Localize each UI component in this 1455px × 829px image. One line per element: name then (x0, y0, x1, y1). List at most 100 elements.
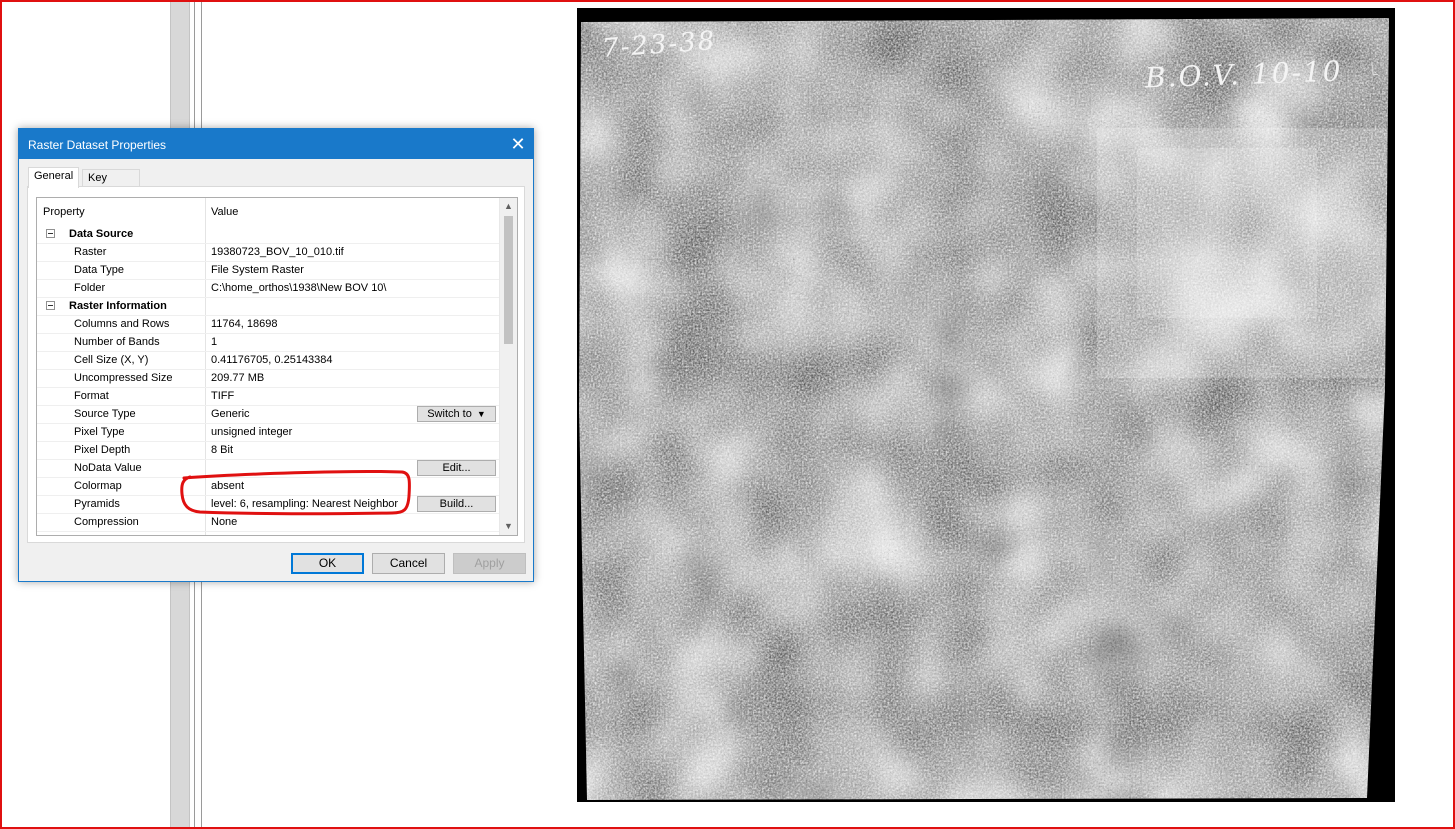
property-value: File System Raster (211, 264, 304, 276)
property-name: Pixel Depth (74, 444, 131, 456)
property-cell: Pixel Depth (37, 442, 206, 459)
property-cell: Number of Bands (37, 334, 206, 351)
photo-label-text: B.O.V. 10-10 (1144, 54, 1344, 95)
header-divider[interactable] (205, 198, 206, 226)
property-value: C:\home_orthos\1938\New BOV 10\ (211, 282, 387, 294)
property-row[interactable]: Data Type File System Raster (37, 262, 499, 280)
property-name: Colormap (74, 480, 122, 492)
property-cell: Cell Size (X, Y) (37, 352, 206, 369)
property-name: Format (74, 390, 109, 402)
scroll-down-icon[interactable]: ▼ (500, 518, 517, 535)
property-value: unsigned integer (211, 426, 293, 438)
property-name: Data Source (69, 228, 134, 240)
property-cell: NoData Value (37, 460, 206, 477)
property-value: 209.77 MB (211, 372, 265, 384)
property-row[interactable]: Pixel Depth 8 Bit (37, 442, 499, 460)
property-cell: Colormap (37, 478, 206, 495)
property-value: 19380723_BOV_10_010.tif (211, 246, 344, 258)
property-name: Mensuration Capabilities (74, 534, 194, 535)
raster-properties-dialog: Raster Dataset Properties ✕ General Key … (18, 128, 534, 582)
collapse-icon[interactable] (46, 301, 55, 310)
property-name: Cell Size (X, Y) (74, 354, 149, 366)
property-cell: Pyramids (37, 496, 206, 513)
property-value: absent (211, 480, 245, 492)
property-row[interactable]: NoData Value Edit... (37, 460, 499, 478)
close-icon[interactable]: ✕ (503, 129, 533, 159)
grid-scrollbar[interactable]: ▲ ▼ (499, 198, 517, 535)
collapse-icon[interactable] (46, 229, 55, 238)
build-button[interactable]: Build... (417, 496, 496, 512)
property-name: Uncompressed Size (74, 372, 173, 384)
scroll-up-icon[interactable]: ▲ (500, 198, 517, 215)
grid-rows: Data Source Raster 19380723_BOV_10_010.tif… (37, 226, 499, 535)
apply-button: Apply (453, 553, 526, 574)
scrollbar-thumb[interactable] (504, 216, 513, 344)
grid-header: Property Value (37, 198, 499, 226)
property-row[interactable]: Colormap absent (37, 478, 499, 496)
chevron-down-icon: ▼ (476, 409, 486, 419)
property-cell: Raster Information (37, 298, 206, 315)
property-name: Compression (74, 516, 139, 528)
property-cell: Raster (37, 244, 206, 261)
property-cell: Uncompressed Size (37, 370, 206, 387)
tab-general[interactable]: General (28, 167, 80, 188)
property-value: TIFF (211, 390, 235, 402)
dialog-titlebar[interactable]: Raster Dataset Properties ✕ (19, 129, 533, 159)
property-row[interactable]: Cell Size (X, Y) 0.41176705, 0.25143384 (37, 352, 499, 370)
property-value: 0.41176705, 0.25143384 (211, 354, 333, 366)
header-property[interactable]: Property (43, 206, 85, 218)
property-row[interactable]: Raster 19380723_BOV_10_010.tif (37, 244, 499, 262)
group-row[interactable]: Raster Information (37, 298, 499, 316)
property-value: level: 6, resampling: Nearest Neighbor (211, 498, 399, 510)
property-name: Raster Information (69, 300, 167, 312)
property-name: Data Type (74, 264, 124, 276)
ok-button[interactable]: OK (291, 553, 364, 574)
property-cell: Format (37, 388, 206, 405)
property-grid: Property Value Data Source Raster 19380723… (36, 197, 518, 536)
property-row[interactable]: Uncompressed Size 209.77 MB (37, 370, 499, 388)
property-cell: Columns and Rows (37, 316, 206, 333)
property-cell: Pixel Type (37, 424, 206, 441)
property-row[interactable]: Source Type Generic Switch to ▼ (37, 406, 499, 424)
property-cell: Mensuration Capabilities (37, 532, 206, 535)
property-cell: Source Type (37, 406, 206, 423)
property-row[interactable]: Pixel Type unsigned integer (37, 424, 499, 442)
property-value: 8 Bit (211, 444, 234, 456)
property-row[interactable]: Number of Bands 1 (37, 334, 499, 352)
dialog-title: Raster Dataset Properties (28, 138, 167, 152)
property-cell: Data Source (37, 226, 206, 243)
property-name: Pixel Type (74, 426, 125, 438)
property-value: Generic (211, 408, 250, 420)
group-row[interactable]: Data Source (37, 226, 499, 244)
property-name: Pyramids (74, 498, 120, 510)
button-label: Edit... (442, 462, 471, 474)
general-tab-panel: Property Value Data Source Raster 19380723… (27, 186, 525, 543)
edit-button[interactable]: Edit... (417, 460, 496, 476)
property-name: NoData Value (74, 462, 142, 474)
header-value[interactable]: Value (211, 206, 238, 218)
property-name: Folder (74, 282, 106, 294)
property-value: 11764, 18698 (211, 318, 278, 330)
switch-to-button[interactable]: Switch to ▼ (417, 406, 496, 422)
property-cell: Folder (37, 280, 206, 297)
property-name: Columns and Rows (74, 318, 170, 330)
property-cell: Compression (37, 514, 206, 531)
property-row[interactable]: Mensuration Capabilities Basic (37, 532, 499, 535)
property-name: Raster (74, 246, 107, 258)
button-label: Switch to (427, 408, 472, 420)
property-row[interactable]: Folder C:\home_orthos\1938\New BOV 10\ (37, 280, 499, 298)
property-row[interactable]: Columns and Rows 11764, 18698 (37, 316, 499, 334)
property-name: Number of Bands (74, 336, 160, 348)
property-cell: Data Type (37, 262, 206, 279)
aerial-photo-image (577, 8, 1395, 802)
property-value: Basic (211, 534, 238, 535)
property-value: 1 (211, 336, 218, 348)
tab-key-metadata[interactable]: Key Metadata (82, 169, 140, 201)
property-row[interactable]: Compression None (37, 514, 499, 532)
property-value: None (211, 516, 238, 528)
photo-corner-mark: ㇄ (1367, 64, 1383, 79)
button-label: Build... (439, 498, 474, 510)
cancel-button[interactable]: Cancel (372, 553, 445, 574)
property-row[interactable]: Format TIFF (37, 388, 499, 406)
property-row[interactable]: Pyramids level: 6, resampling: Nearest Ne… (37, 496, 499, 514)
